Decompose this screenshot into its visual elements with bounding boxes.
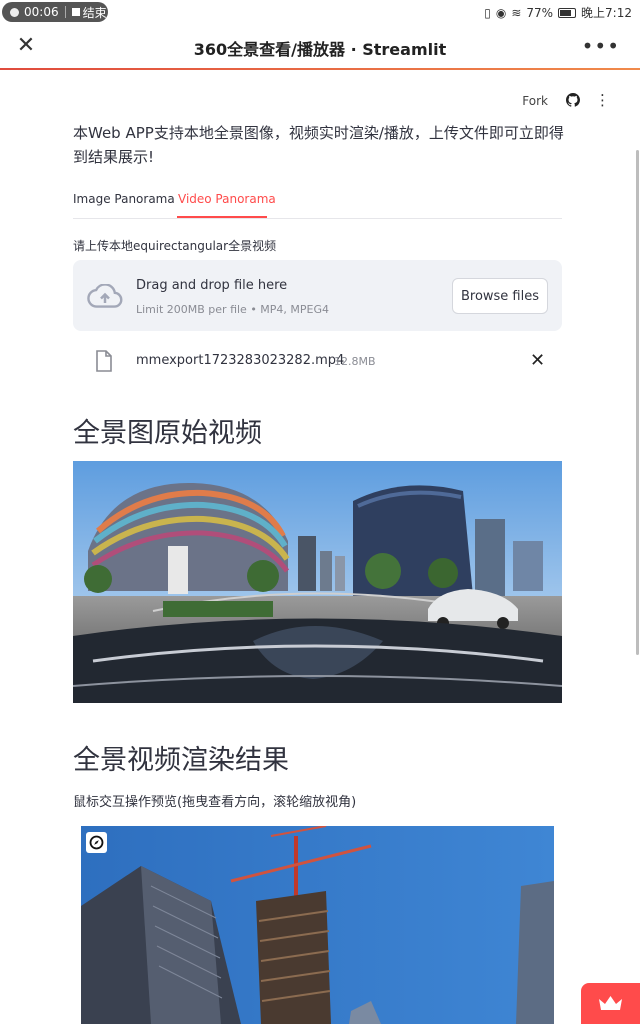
fork-button[interactable]: Fork bbox=[522, 94, 548, 108]
intro-text: 本Web APP支持本地全景图像，视频实时渲染/播放，上传文件即可立即得到结果展… bbox=[73, 124, 564, 166]
page-title: 360全景查看/播放器 · Streamlit bbox=[193, 40, 447, 59]
app-bar: ✕ 360全景查看/播放器 · Streamlit ••• bbox=[0, 24, 640, 69]
cloud-upload-icon bbox=[87, 284, 123, 308]
status-bar: 00:06 结束 ▯ ◉ ≋ 77% 晚上7:12 bbox=[0, 0, 640, 24]
loading-bar bbox=[0, 68, 640, 70]
viewer-instructions: 鼠标交互操作预览(拖曳查看方向，滚轮缩放视角) bbox=[73, 795, 357, 810]
battery-percent: 77% bbox=[526, 5, 554, 20]
tab-bar: Image Panorama Video Panorama bbox=[73, 186, 562, 219]
github-icon[interactable] bbox=[566, 93, 580, 107]
crown-icon bbox=[599, 996, 622, 1010]
wifi-icon: ≋ bbox=[511, 5, 522, 20]
panorama-video-frame[interactable] bbox=[73, 461, 562, 703]
more-options-icon[interactable]: ••• bbox=[582, 34, 620, 58]
uploaded-file-name: mmexport1723283023282.mp4 bbox=[136, 353, 345, 368]
scrollbar[interactable] bbox=[636, 150, 639, 655]
active-tab-indicator bbox=[177, 216, 267, 218]
file-dropzone[interactable]: Drag and drop file here Limit 200MB per … bbox=[73, 260, 562, 331]
tab-video-panorama[interactable]: Video Panorama bbox=[178, 192, 276, 206]
uploaded-file-row: mmexport1723283023282.mp4 12.8MB ✕ bbox=[73, 345, 562, 377]
eye-icon: ◉ bbox=[495, 5, 507, 20]
screen-record-pill[interactable]: 00:06 结束 bbox=[2, 2, 108, 22]
file-icon bbox=[96, 350, 112, 372]
section-title-original-video: 全景图原始视频 bbox=[73, 418, 262, 449]
tab-image-panorama[interactable]: Image Panorama bbox=[73, 192, 175, 206]
uploader-label: 请上传本地equirectangular全景视频 bbox=[73, 239, 277, 253]
record-time: 00:06 bbox=[24, 5, 59, 19]
stop-icon bbox=[71, 8, 80, 16]
section-title-render-result: 全景视频渲染结果 bbox=[73, 745, 289, 776]
streamlit-badge[interactable] bbox=[581, 983, 640, 1024]
panorama-viewer[interactable] bbox=[81, 826, 554, 1024]
clock: 晚上7:12 bbox=[581, 6, 632, 20]
record-dot-icon bbox=[10, 7, 19, 17]
compass-icon[interactable] bbox=[86, 832, 107, 853]
vibrate-icon: ▯ bbox=[484, 5, 491, 20]
battery-icon bbox=[558, 7, 577, 18]
compass-glyph-icon bbox=[89, 835, 104, 850]
dropzone-title: Drag and drop file here bbox=[136, 278, 288, 293]
browse-files-button[interactable]: Browse files bbox=[452, 278, 548, 314]
dropzone-limit: Limit 200MB per file • MP4, MPEG4 bbox=[136, 303, 330, 316]
status-indicators: ▯ ◉ ≋ 77% 晚上7:12 bbox=[484, 4, 632, 21]
uploaded-file-size: 12.8MB bbox=[334, 355, 376, 368]
record-stop-label: 结束 bbox=[82, 5, 107, 20]
remove-file-icon[interactable]: ✕ bbox=[530, 350, 545, 371]
main-menu-icon[interactable]: ⋮ bbox=[595, 92, 610, 108]
